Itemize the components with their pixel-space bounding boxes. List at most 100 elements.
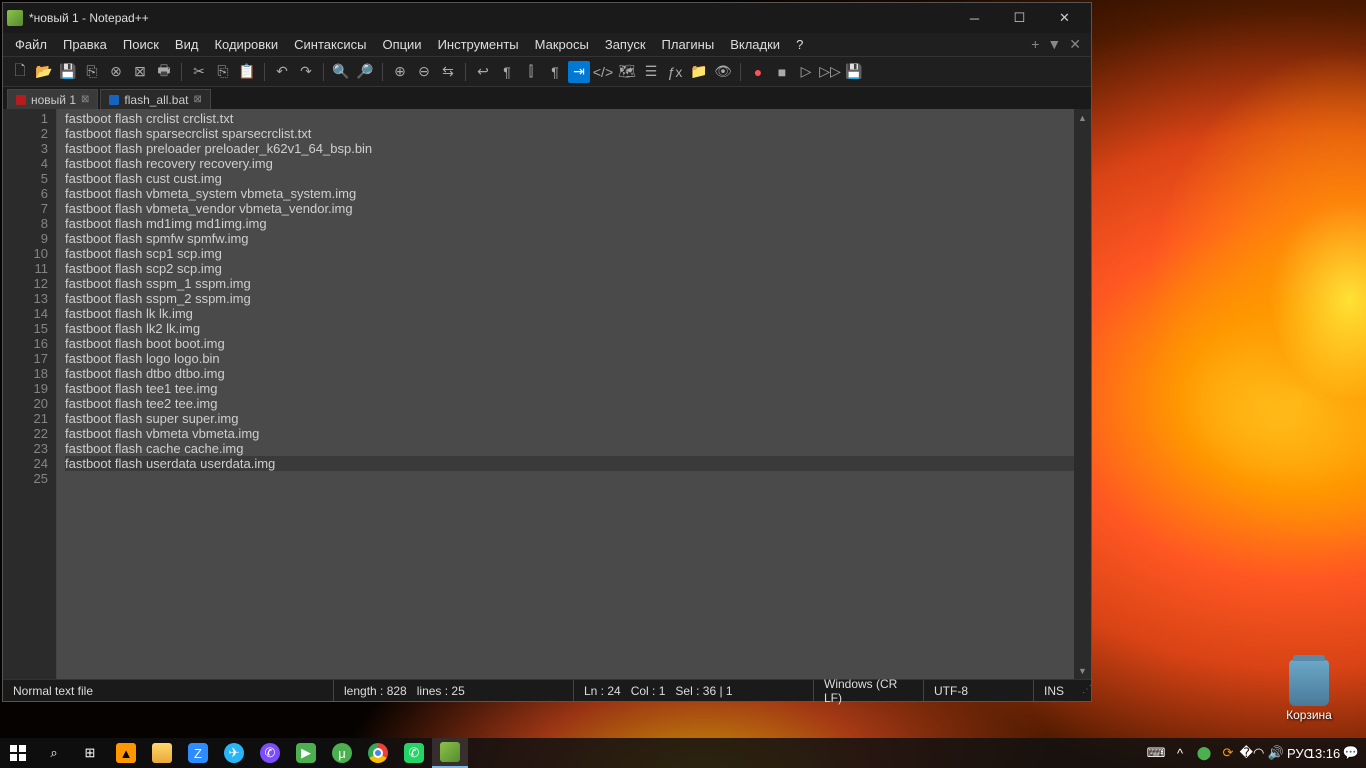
close-all-icon[interactable]: ⊠ [129, 61, 151, 83]
taskbar-app-notepadpp[interactable] [432, 738, 468, 768]
paste-icon[interactable]: 📋 [236, 61, 258, 83]
close-button[interactable]: ✕ [1042, 3, 1087, 33]
recycle-bin[interactable]: Корзина [1272, 660, 1346, 722]
folder-workspace-icon[interactable]: 📁 [688, 61, 710, 83]
status-eol: Windows (CR LF) [813, 680, 923, 701]
document-tabs: новый 1 ⊠ flash_all.bat ⊠ [3, 87, 1091, 109]
print-icon[interactable]: 🖶 [153, 61, 175, 83]
undo-icon[interactable]: ↶ [271, 61, 293, 83]
menu-help[interactable]: ? [788, 34, 811, 55]
record-macro-icon[interactable]: ● [747, 61, 769, 83]
find-icon[interactable]: 🔍 [330, 61, 352, 83]
wechat-icon: ▶ [296, 743, 316, 763]
sync-scroll-icon[interactable]: ⇆ [437, 61, 459, 83]
menu-run[interactable]: Запуск [597, 34, 654, 55]
menu-window[interactable]: Вкладки [722, 34, 788, 55]
start-button[interactable] [0, 738, 36, 768]
utorrent-icon: μ [332, 743, 352, 763]
save-icon[interactable]: 💾 [57, 61, 79, 83]
taskbar-app-aimp[interactable]: ▲ [108, 738, 144, 768]
window-title: *новый 1 - Notepad++ [29, 11, 952, 25]
taskbar: ⌕ ⊞ ▲ Z ✈ ✆ ▶ μ ✆ ⌨ ^ ⬤ ⟳ �◠ 🔊 РУС 13:16… [0, 738, 1366, 768]
search-icon: ⌕ [44, 743, 64, 763]
saved-dot-icon [109, 95, 119, 105]
search-button[interactable]: ⌕ [36, 738, 72, 768]
minimize-button[interactable]: ─ [952, 3, 997, 33]
taskbar-app-explorer[interactable] [144, 738, 180, 768]
tray-volume-icon[interactable]: 🔊 [1264, 738, 1288, 768]
menubar-dropdown-icon[interactable]: ▼ [1047, 36, 1061, 53]
menu-macro[interactable]: Макросы [527, 34, 597, 55]
tab-close-icon[interactable]: ⊠ [81, 94, 89, 105]
tab-new1[interactable]: новый 1 ⊠ [7, 89, 98, 109]
status-encoding: UTF-8 [923, 680, 1033, 701]
play-macro-icon[interactable]: ▷ [795, 61, 817, 83]
taskbar-app-viber[interactable]: ✆ [252, 738, 288, 768]
titlebar[interactable]: *новый 1 - Notepad++ ─ ☐ ✕ [3, 3, 1091, 33]
zoom-in-icon[interactable]: ⊕ [389, 61, 411, 83]
maximize-button[interactable]: ☐ [997, 3, 1042, 33]
new-file-icon[interactable]: 🗋 [9, 61, 31, 83]
menu-tools[interactable]: Инструменты [430, 34, 527, 55]
folder-icon [152, 743, 172, 763]
whatsapp-icon: ✆ [404, 743, 424, 763]
menu-plugins[interactable]: Плагины [654, 34, 723, 55]
taskbar-app-zoom[interactable]: Z [180, 738, 216, 768]
menu-file[interactable]: Файл [7, 34, 55, 55]
function-list-icon[interactable]: ƒx [664, 61, 686, 83]
save-macro-icon[interactable]: 💾 [843, 61, 865, 83]
vertical-scrollbar[interactable]: ▲ ▼ [1074, 109, 1091, 679]
doc-list-icon[interactable]: ☰ [640, 61, 662, 83]
all-chars-icon[interactable]: ¶ [496, 61, 518, 83]
telegram-icon: ✈ [224, 743, 244, 763]
stop-macro-icon[interactable]: ■ [771, 61, 793, 83]
app-icon [7, 10, 23, 26]
menu-search[interactable]: Поиск [115, 34, 167, 55]
scroll-up-icon[interactable]: ▲ [1074, 109, 1091, 126]
replace-icon[interactable]: 🔎 [354, 61, 376, 83]
tray-keyboard-icon[interactable]: ⌨ [1144, 738, 1168, 768]
close-file-icon[interactable]: ⊗ [105, 61, 127, 83]
taskbar-app-utorrent[interactable]: μ [324, 738, 360, 768]
menu-encoding[interactable]: Кодировки [206, 34, 286, 55]
menubar-close-icon[interactable]: ✕ [1069, 36, 1081, 53]
resize-grip-icon[interactable]: ⋰ [1082, 684, 1094, 697]
tray-update-icon[interactable]: ⟳ [1216, 738, 1240, 768]
tab-close-icon[interactable]: ⊠ [193, 94, 201, 105]
scroll-down-icon[interactable]: ▼ [1074, 662, 1091, 679]
menu-language[interactable]: Синтаксисы [286, 34, 374, 55]
menubar-plus-icon[interactable]: + [1031, 36, 1039, 53]
pilcrow-icon[interactable]: ¶ [544, 61, 566, 83]
taskbar-app-wechat[interactable]: ▶ [288, 738, 324, 768]
cut-icon[interactable]: ✂ [188, 61, 210, 83]
play-multi-icon[interactable]: ▷▷ [819, 61, 841, 83]
taskbar-app-telegram[interactable]: ✈ [216, 738, 252, 768]
menu-settings[interactable]: Опции [374, 34, 429, 55]
tray-notifications-icon[interactable]: 💬 [1336, 738, 1366, 768]
open-file-icon[interactable]: 📂 [33, 61, 55, 83]
zoom-out-icon[interactable]: ⊖ [413, 61, 435, 83]
tray-clock[interactable]: 13:16 [1312, 738, 1336, 768]
save-all-icon[interactable]: ⎘ [81, 61, 103, 83]
menu-view[interactable]: Вид [167, 34, 207, 55]
scroll-track[interactable] [1074, 126, 1091, 662]
wordwrap-icon[interactable]: ↩ [472, 61, 494, 83]
monitoring-icon[interactable]: 👁 [712, 61, 734, 83]
viber-icon: ✆ [260, 743, 280, 763]
taskbar-app-chrome[interactable] [360, 738, 396, 768]
taskview-button[interactable]: ⊞ [72, 738, 108, 768]
taskbar-app-whatsapp[interactable]: ✆ [396, 738, 432, 768]
doc-map-icon[interactable]: 🗺 [616, 61, 638, 83]
copy-icon[interactable]: ⎘ [212, 61, 234, 83]
indent-guide-icon[interactable]: ⫿ [520, 61, 542, 83]
indent-icon[interactable]: ⇥ [568, 61, 590, 83]
tray-wifi-icon[interactable]: �◠ [1240, 738, 1264, 768]
redo-icon[interactable]: ↷ [295, 61, 317, 83]
toolbar-separator [465, 63, 466, 81]
tab-flash-all[interactable]: flash_all.bat ⊠ [100, 89, 210, 109]
menu-edit[interactable]: Правка [55, 34, 115, 55]
code-icon[interactable]: </> [592, 61, 614, 83]
tray-security-icon[interactable]: ⬤ [1192, 738, 1216, 768]
tray-chevron-up-icon[interactable]: ^ [1168, 738, 1192, 768]
code-editor[interactable]: fastboot flash crclist crclist.txtfastbo… [57, 109, 1074, 679]
